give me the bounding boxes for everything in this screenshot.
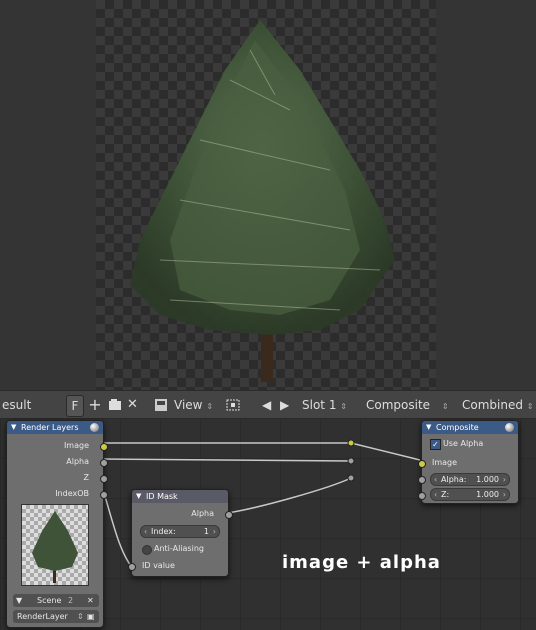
- use-alpha-checkbox[interactable]: ✓: [430, 439, 441, 450]
- output-label: IndexOB: [55, 489, 89, 498]
- index-field[interactable]: ‹ Index: 1 ›: [140, 525, 220, 538]
- reroute-dot: [347, 474, 355, 482]
- next-slot-icon[interactable]: ▶: [280, 395, 292, 415]
- node-editor[interactable]: ▼ Render Layers Image Alpha Z IndexOB ▼ …: [0, 418, 536, 630]
- link-indexob: [102, 489, 132, 567]
- node-title: ID Mask: [146, 492, 178, 501]
- input-label: ID value: [142, 561, 175, 570]
- image-name-field[interactable]: esult: [2, 395, 62, 415]
- z-output-socket[interactable]: [100, 475, 108, 483]
- image-input-socket[interactable]: [418, 460, 426, 468]
- tree-render-image: [130, 20, 395, 382]
- composite-node[interactable]: ▼ Composite ✓ Use Alpha Image ‹ Alpha: 1…: [418, 420, 519, 504]
- collapse-icon[interactable]: ▼: [426, 421, 431, 434]
- z-field[interactable]: ‹ Z: 1.000 ›: [430, 488, 510, 501]
- open-image-icon[interactable]: [108, 395, 124, 415]
- display-mode-icon[interactable]: [224, 395, 250, 415]
- render-layer-value: RenderLayer: [17, 612, 68, 621]
- input-label: Image: [432, 458, 458, 467]
- reroute-dot: [347, 457, 355, 465]
- link-mask-alpha: [226, 477, 352, 514]
- image-output-socket[interactable]: [100, 443, 108, 451]
- index-label: Index:: [151, 527, 176, 536]
- view-menu-label: View: [174, 398, 203, 412]
- render-thumbnail: [21, 504, 89, 586]
- prev-slot-icon[interactable]: ◀: [262, 395, 274, 415]
- output-label: Alpha: [66, 457, 89, 466]
- alpha-input-socket[interactable]: [418, 476, 426, 484]
- render-pass-select-label: Combined: [462, 398, 523, 412]
- reroute-dot: [347, 439, 355, 447]
- id-value-input-socket[interactable]: [128, 563, 136, 571]
- index-value: 1: [203, 527, 209, 536]
- alpha-value: 1.000: [476, 475, 499, 484]
- unlink-image-icon[interactable]: ✕: [127, 395, 141, 415]
- z-input-socket[interactable]: [418, 492, 426, 500]
- preview-toggle-icon[interactable]: [505, 423, 514, 432]
- render-icon[interactable]: ▣: [87, 610, 95, 623]
- node-title: Render Layers: [21, 423, 79, 432]
- link-image: [103, 442, 421, 461]
- collapse-icon[interactable]: ▼: [11, 421, 16, 434]
- render-layers-header[interactable]: ▼ Render Layers: [7, 421, 103, 434]
- increment-arrow-icon[interactable]: ›: [503, 489, 506, 500]
- render-layer-select[interactable]: Composite ⇕: [366, 395, 450, 415]
- slot-select-label: Slot 1: [302, 398, 337, 412]
- chevron-updown-icon: ⇕: [77, 612, 84, 621]
- scene-icon: ▼: [16, 596, 23, 605]
- unlink-scene-icon[interactable]: ✕: [87, 594, 94, 607]
- composite-header[interactable]: ▼ Composite: [422, 421, 518, 434]
- view-menu[interactable]: View ⇕: [174, 395, 214, 415]
- preview-toggle-icon[interactable]: [90, 423, 99, 432]
- scene-users-count: 2: [68, 596, 74, 605]
- node-title: Composite: [436, 423, 479, 432]
- output-label: Image: [63, 441, 89, 450]
- link-alpha: [102, 458, 352, 462]
- alpha-output-socket[interactable]: [225, 511, 233, 519]
- increment-arrow-icon[interactable]: ›: [213, 526, 216, 537]
- annotation-text: image + alpha: [282, 552, 441, 573]
- alpha-field[interactable]: ‹ Alpha: 1.000 ›: [430, 473, 510, 486]
- image-menu-icon[interactable]: [154, 395, 170, 415]
- collapse-icon[interactable]: ▼: [136, 490, 141, 503]
- decrement-arrow-icon[interactable]: ‹: [144, 526, 147, 537]
- alpha-label: Alpha:: [441, 475, 467, 484]
- increment-arrow-icon[interactable]: ›: [503, 474, 506, 485]
- render-layer-select-label: Composite: [366, 398, 431, 412]
- antialias-checkbox[interactable]: [142, 545, 152, 555]
- slot-select[interactable]: Slot 1 ⇕: [302, 395, 358, 415]
- scene-selector[interactable]: ▼ Scene 2 ✕: [13, 594, 99, 607]
- render-layers-node[interactable]: ▼ Render Layers Image Alpha Z IndexOB ▼ …: [6, 420, 108, 628]
- fake-user-button[interactable]: F: [66, 395, 84, 417]
- image-editor-header: esult F + ✕ View ⇕ ◀ ▶ Slot 1 ⇕ Composit…: [0, 390, 536, 420]
- new-image-icon[interactable]: +: [88, 395, 102, 415]
- render-layer-selector[interactable]: RenderLayer ⇕ ▣: [13, 610, 99, 623]
- indexob-output-socket[interactable]: [100, 491, 108, 499]
- decrement-arrow-icon[interactable]: ‹: [434, 474, 437, 485]
- image-preview[interactable]: [0, 0, 536, 390]
- id-mask-header[interactable]: ▼ ID Mask: [132, 490, 228, 503]
- use-alpha-label: Use Alpha: [443, 439, 484, 448]
- output-label: Alpha: [191, 509, 214, 518]
- z-value: 1.000: [476, 490, 499, 499]
- antialias-label: Anti-Aliasing: [154, 544, 204, 553]
- alpha-output-socket[interactable]: [100, 459, 108, 467]
- scene-label: Scene: [37, 596, 62, 605]
- render-pass-select[interactable]: Combined ⇕: [462, 395, 536, 415]
- output-label: Z: [83, 473, 89, 482]
- z-label: Z:: [441, 490, 450, 499]
- id-mask-node[interactable]: ▼ ID Mask Alpha ‹ Index: 1 › Anti-Aliasi…: [128, 489, 233, 577]
- decrement-arrow-icon[interactable]: ‹: [434, 489, 437, 500]
